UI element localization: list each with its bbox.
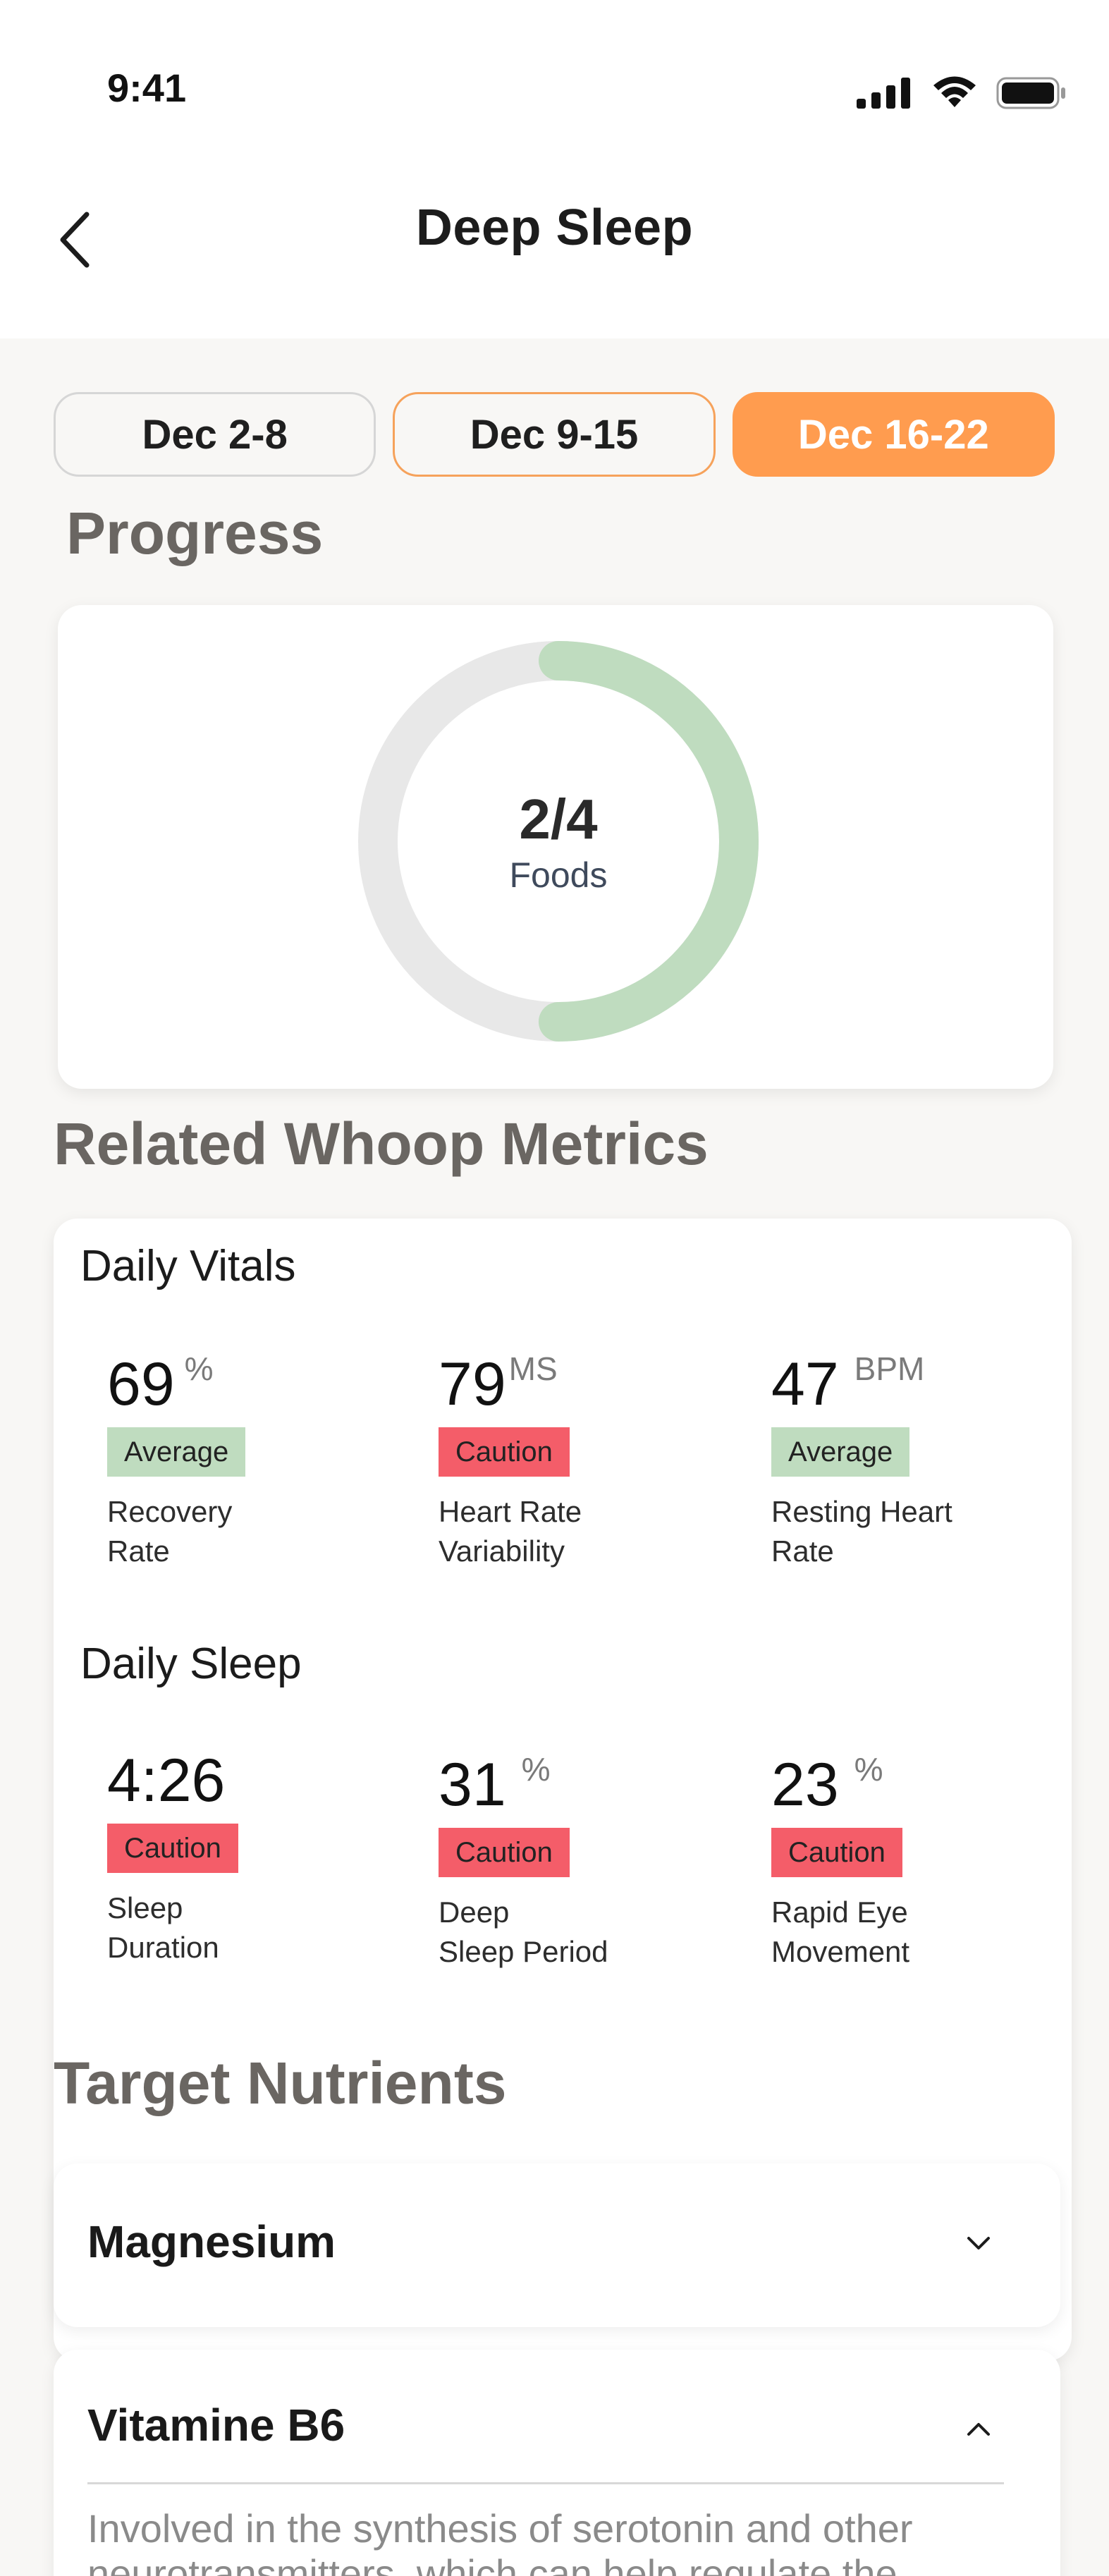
- page-title: Deep Sleep: [415, 200, 694, 256]
- nutrient-card-magnesium[interactable]: Magnesium: [54, 2163, 1060, 2327]
- progress-label: Foods: [509, 855, 608, 895]
- metric-unit: MS: [508, 1350, 558, 1387]
- metric-label: Resting Heart Rate: [771, 1495, 952, 1568]
- metric-rapid-eye-movement: 23% Caution Rapid Eye Movement: [771, 1751, 1067, 1972]
- cellular-signal-icon: [857, 78, 910, 109]
- metric-resting-heart-rate: 47 BPM Average Resting Heart Rate: [771, 1350, 1067, 1571]
- nutrient-divider: [87, 2482, 1004, 2484]
- progress-title: Progress: [66, 500, 324, 566]
- metric-label: Sleep Duration: [107, 1891, 219, 1964]
- chevron-down-icon[interactable]: [964, 2234, 993, 2252]
- metric-value: 31: [439, 1751, 506, 1819]
- week-tab-dec-16-22[interactable]: Dec 16-22: [732, 392, 1055, 477]
- status-time: 9:41: [107, 66, 187, 110]
- status-icons: [857, 76, 1067, 110]
- metric-value: 4:26: [107, 1747, 226, 1814]
- status-badge: Caution: [439, 1427, 570, 1477]
- nutrient-description: Involved in the synthesis of serotonin a…: [87, 2506, 913, 2576]
- progress-ring-center: 2/4 Foods: [357, 640, 759, 1042]
- metric-label: Rapid Eye Movement: [771, 1896, 910, 1968]
- nutrient-card-vitamine-b6[interactable]: Vitamine B6 Involved in the synthesis of…: [54, 2350, 1060, 2576]
- status-badge: Caution: [107, 1824, 238, 1873]
- progress-value: 2/4: [519, 788, 598, 850]
- wifi-icon: [933, 76, 976, 107]
- target-nutrients-title: Target Nutrients: [54, 2050, 507, 2116]
- daily-vitals-heading: Daily Vitals: [80, 1242, 296, 1290]
- battery-icon: [996, 77, 1065, 109]
- metric-label: Heart Rate Variability: [439, 1495, 582, 1568]
- metric-label: Deep Sleep Period: [439, 1896, 608, 1968]
- status-badge: Caution: [439, 1828, 570, 1877]
- week-tab-dec-2-8[interactable]: Dec 2-8: [54, 392, 376, 477]
- main-content: Dec 2-8 Dec 9-15 Dec 16-22 Progress 2/4 …: [0, 338, 1109, 2576]
- week-selector: Dec 2-8 Dec 9-15 Dec 16-22: [54, 392, 1055, 477]
- metric-unit: %: [854, 1751, 883, 1788]
- status-badge: Caution: [771, 1828, 902, 1877]
- metric-unit: %: [521, 1751, 551, 1788]
- metric-sleep-duration: 4:26 Caution Sleep Duration: [107, 1750, 403, 1967]
- navigation-bar: Deep Sleep: [0, 162, 1109, 338]
- daily-sleep-heading: Daily Sleep: [80, 1640, 302, 1688]
- metric-value: 47: [771, 1350, 839, 1418]
- metric-heart-rate-variability: 79 MS Caution Heart Rate Variability: [439, 1350, 735, 1571]
- week-tab-dec-9-15[interactable]: Dec 9-15: [393, 392, 716, 477]
- status-bar: 9:41: [0, 0, 1109, 162]
- metric-value: 69: [107, 1350, 175, 1418]
- metric-unit: %: [184, 1350, 214, 1387]
- metric-recovery-rate: 69% Average Recovery Rate: [107, 1350, 403, 1571]
- chevron-up-icon[interactable]: [964, 2420, 993, 2438]
- status-badge: Average: [771, 1427, 910, 1477]
- status-badge: Average: [107, 1427, 246, 1477]
- metrics-title: Related Whoop Metrics: [54, 1111, 709, 1177]
- metric-unit: BPM: [854, 1350, 925, 1387]
- progress-ring: 2/4 Foods: [357, 640, 759, 1042]
- metric-label: Recovery Rate: [107, 1495, 233, 1568]
- metric-value: 23: [771, 1751, 839, 1819]
- progress-card: 2/4 Foods: [58, 605, 1053, 1089]
- nutrient-name: Magnesium: [87, 2216, 336, 2267]
- metric-value: 79: [439, 1350, 506, 1418]
- nutrient-name: Vitamine B6: [87, 2400, 345, 2450]
- metric-deep-sleep-period: 31% Caution Deep Sleep Period: [439, 1751, 735, 1972]
